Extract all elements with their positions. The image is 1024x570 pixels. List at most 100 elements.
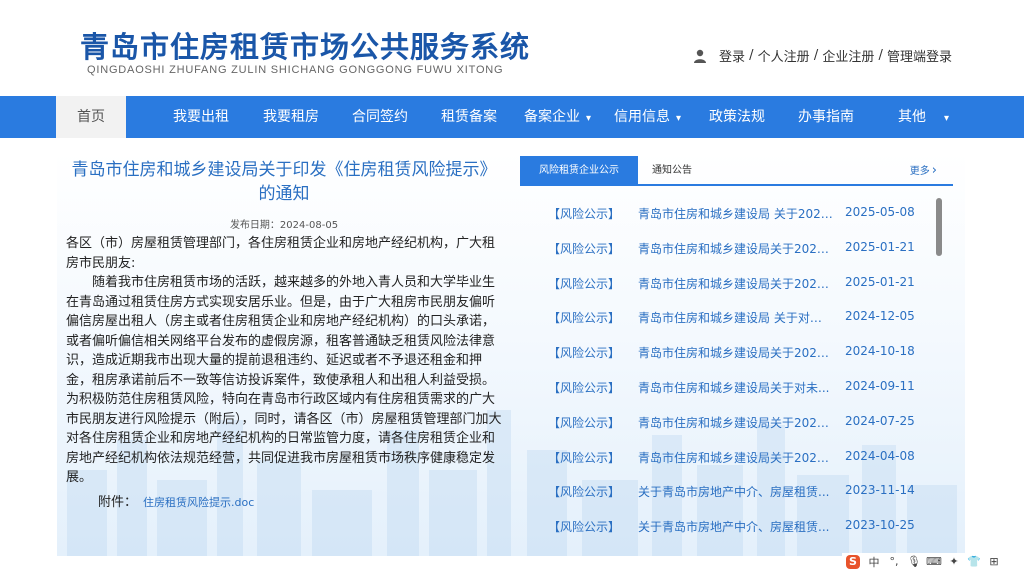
notice-tag: 【风险公示】 [548, 450, 621, 465]
more-link[interactable]: 更多 › [910, 156, 937, 187]
more-label: 更多 [909, 166, 930, 177]
site-header: 青岛市住房租赁市场公共服务系统 QINGDAOSHI ZHUFANG ZULIN… [0, 0, 1024, 96]
notice-date: 2024-12-05 [845, 309, 915, 324]
list-item[interactable]: 【风险公示】 青岛市住房和城乡建设局 关于对未... 2024-12-05 [520, 298, 930, 333]
notice-title[interactable]: 青岛市住房和城乡建设局 关于2025年... [638, 205, 833, 222]
notice-tag: 【风险公示】 [548, 520, 621, 535]
list-item[interactable]: 【风险公示】 青岛市住房和城乡建设局关于2024年... 2024-10-18 [520, 333, 930, 368]
article-salutation: 各区（市）房屋租赁管理部门，各住房租赁企业和房地产经纪机构，广大租房市民朋友: [66, 236, 496, 271]
notice-list: 【风险公示】 青岛市住房和城乡建设局 关于2025年... 2025-05-08 【… [520, 194, 930, 542]
notice-tag: 【风险公示】 [548, 346, 621, 361]
ime-toolbar: S 中 °, 🎙 ⌨ ✦ 👕 ⊞ [842, 553, 1024, 570]
notice-date: 2025-01-21 [845, 239, 915, 254]
ime-punctuation-icon[interactable]: °, [884, 555, 904, 568]
notice-tag: 【风险公示】 [548, 241, 621, 256]
notice-title[interactable]: 青岛市住房和城乡建设局关于2024年... [638, 449, 833, 466]
main-nav: 首页 我要出租 我要租房 合同签约 租赁备案 备案企业 ▾ 信用信息 ▾ 政策法规 … [0, 96, 1024, 138]
user-icon [694, 49, 706, 63]
article-body: 各区（市）房屋租赁管理部门，各住房租赁企业和房地产经纪机构，广大租房市民朋友: … [66, 234, 502, 488]
notice-date: 2023-11-14 [845, 483, 915, 498]
attachment-label: 附件： [98, 495, 138, 510]
nav-item-filing[interactable]: 租赁备案 [441, 96, 497, 138]
notice-date: 2024-10-18 [845, 344, 915, 359]
nav-label: 我要出租 [173, 109, 229, 125]
list-item[interactable]: 【风险公示】 关于青岛市房地产中介、房屋租赁... 2023-11-14 [520, 472, 930, 507]
nav-label: 我要租房 [263, 109, 319, 125]
list-item[interactable]: 【风险公示】 青岛市住房和城乡建设局关于2024年... 2025-01-21 [520, 229, 930, 264]
chevron-down-icon: ▾ [676, 113, 682, 124]
tab-announcements[interactable]: 通知公告 [652, 156, 692, 186]
skin-icon[interactable]: ✦ [944, 555, 964, 568]
notice-date: 2024-04-08 [845, 448, 915, 463]
keyboard-icon[interactable]: ⌨ [924, 555, 944, 568]
nav-item-credit-info[interactable]: 信用信息 ▾ [614, 96, 681, 138]
nav-label: 政策法规 [709, 109, 765, 125]
notice-date: 2025-01-21 [845, 274, 915, 289]
notice-date: 2025-05-08 [845, 205, 915, 219]
notice-title[interactable]: 青岛市住房和城乡建设局关于2024年... [638, 240, 833, 257]
notice-tag: 【风险公示】 [548, 485, 621, 500]
ime-lang-toggle[interactable]: 中 [864, 554, 884, 570]
list-item[interactable]: 【风险公示】 关于青岛市房地产中介、房屋租赁... 2023-10-25 [520, 507, 930, 542]
list-item[interactable]: 【风险公示】 青岛市住房和城乡建设局 关于2025年... 2025-05-08 [520, 194, 930, 229]
nav-item-rent-house[interactable]: 我要租房 [263, 96, 319, 138]
list-item[interactable]: 【风险公示】 青岛市住房和城乡建设局关于对未... 2024-09-11 [520, 368, 930, 403]
notice-tag: 【风险公示】 [548, 380, 621, 395]
list-item[interactable]: 【风险公示】 青岛市住房和城乡建设局关于2024年... 2025-01-21 [520, 264, 930, 299]
site-title[interactable]: 青岛市住房租赁市场公共服务系统 [80, 24, 530, 66]
notice-date: 2024-09-11 [845, 378, 915, 393]
nav-item-filed-companies[interactable]: 备案企业 ▾ [524, 96, 591, 138]
notice-title[interactable]: 青岛市住房和城乡建设局关于2024年... [638, 414, 833, 431]
article-title: 青岛市住房和城乡建设局关于印发《住房租赁风险提示》的通知 [71, 160, 497, 204]
notice-tag: 【风险公示】 [548, 276, 621, 291]
shirt-icon[interactable]: 👕 [964, 555, 984, 568]
nav-item-contract[interactable]: 合同签约 [352, 96, 408, 138]
enterprise-register-link[interactable]: 企业注册 [822, 46, 874, 65]
nav-item-home[interactable]: 首页 [56, 96, 126, 138]
nav-label: 租赁备案 [441, 109, 497, 125]
attachment-link[interactable]: 住房租赁风险提示.doc [143, 496, 254, 509]
chevron-right-icon: › [931, 163, 937, 178]
nav-label: 首页 [77, 109, 105, 125]
ime-logo-icon[interactable]: S [846, 554, 860, 569]
notice-tag: 【风险公示】 [548, 207, 621, 221]
user-links: 登录 / 个人注册 / 企业注册 / 管理端登录 [693, 46, 952, 65]
chevron-down-icon: ▾ [586, 113, 592, 124]
notice-title[interactable]: 青岛市住房和城乡建设局关于对未... [638, 379, 833, 396]
microphone-icon[interactable]: 🎙 [904, 555, 924, 568]
nav-item-policy[interactable]: 政策法规 [709, 96, 765, 138]
publish-date: 发布日期：2024-08-05 [229, 220, 339, 231]
notice-date: 2023-10-25 [845, 518, 915, 533]
notice-tag: 【风险公示】 [548, 415, 621, 430]
nav-label: 办事指南 [798, 109, 854, 125]
article-paragraph: 随着我市住房租赁市场的活跃，越来越多的外地入青人员和大学毕业生在青岛通过租赁住房… [66, 275, 502, 485]
admin-login-link[interactable]: 管理端登录 [887, 46, 952, 65]
grid-menu-icon[interactable]: ⊞ [984, 555, 1004, 568]
notice-title[interactable]: 青岛市住房和城乡建设局关于2024年... [638, 344, 833, 361]
nav-label: 其他 [898, 109, 926, 125]
list-item[interactable]: 【风险公示】 青岛市住房和城乡建设局关于2024年... 2024-07-25 [520, 403, 930, 438]
attachment: 附件： 住房租赁风险提示.doc [98, 491, 254, 510]
nav-label: 合同签约 [352, 109, 408, 125]
site-title-pinyin: QINGDAOSHI ZHUFANG ZULIN SHICHANG GONGGO… [87, 64, 504, 76]
notice-title[interactable]: 关于青岛市房地产中介、房屋租赁... [638, 518, 833, 535]
login-link[interactable]: 登录 [719, 46, 745, 65]
notice-date: 2024-07-25 [845, 413, 915, 428]
link-separator: / [745, 48, 758, 63]
nav-item-guide[interactable]: 办事指南 [798, 96, 854, 138]
nav-label: 信用信息 [614, 109, 670, 125]
notice-title[interactable]: 关于青岛市房地产中介、房屋租赁... [638, 483, 833, 500]
notice-tabs: 风险租赁企业公示 通知公告 更多 › [520, 156, 953, 186]
tab-risk-companies[interactable]: 风险租赁企业公示 [520, 156, 638, 186]
nav-item-other[interactable]: 其他 ▾ [898, 96, 949, 138]
link-separator: / [874, 48, 888, 63]
nav-item-rent-out[interactable]: 我要出租 [173, 96, 229, 138]
notice-scrollbar[interactable] [936, 198, 942, 256]
notice-tag: 【风险公示】 [548, 311, 621, 326]
chevron-down-icon: ▾ [944, 113, 950, 124]
nav-label: 备案企业 [524, 109, 580, 125]
personal-register-link[interactable]: 个人注册 [758, 46, 810, 65]
list-item[interactable]: 【风险公示】 青岛市住房和城乡建设局关于2024年... 2024-04-08 [520, 438, 930, 473]
notice-title[interactable]: 青岛市住房和城乡建设局 关于对未... [638, 309, 833, 326]
notice-title[interactable]: 青岛市住房和城乡建设局关于2024年... [638, 275, 833, 292]
